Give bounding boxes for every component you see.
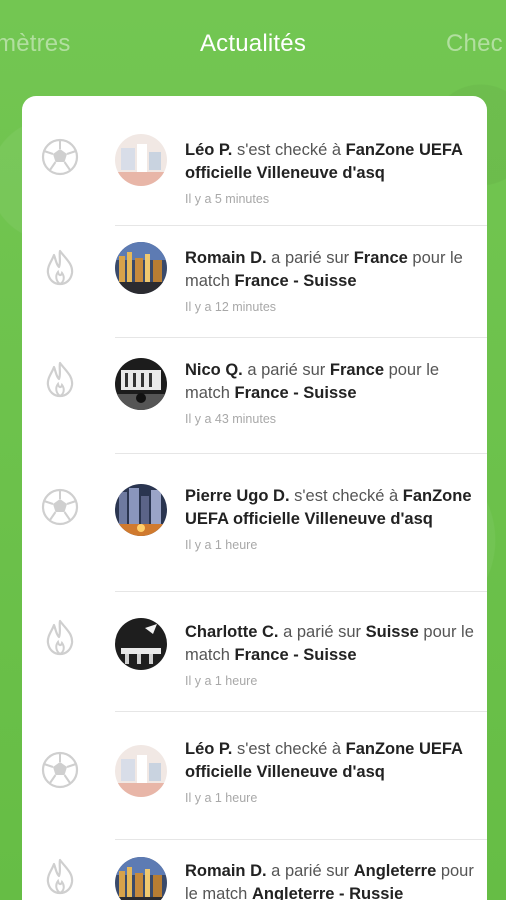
feed-item[interactable]: Léo P. s'est checké à FanZone UEFA offic… [22,712,487,840]
soccer-ball-icon [40,487,80,527]
tab-checkins[interactable]: Chec [446,30,503,58]
feed-item-text: Pierre Ugo D. s'est checké à FanZone UEF… [185,485,475,553]
avatar[interactable] [115,857,167,900]
feed-item-text: Léo P. s'est checké à FanZone UEFA offic… [185,139,475,207]
avatar[interactable] [115,134,167,186]
soccer-ball-icon [40,137,80,177]
user-name[interactable]: Charlotte C. [185,623,279,641]
match-name[interactable]: France - Suisse [235,646,357,664]
feed-item-text: Nico Q. a parié sur France pour le match… [185,359,475,427]
feed-item[interactable]: Romain D. a parié sur France pour le mat… [22,226,487,338]
match-name[interactable]: France - Suisse [235,384,357,402]
avatar[interactable] [115,484,167,536]
user-name[interactable]: Léo P. [185,141,232,159]
tab-bar: mètres Actualités Chec [0,0,506,92]
user-name[interactable]: Pierre Ugo D. [185,487,290,505]
match-name[interactable]: France - Suisse [235,272,357,290]
feed-item-text: Charlotte C. a parié sur Suisse pour le … [185,623,474,688]
flame-icon [40,617,80,657]
timestamp: Il y a 1 heure [185,674,258,688]
team-name[interactable]: France [354,249,408,267]
team-name[interactable]: France [330,361,384,379]
team-name[interactable]: Suisse [366,623,419,641]
user-name[interactable]: Léo P. [185,740,232,758]
avatar[interactable] [115,358,167,410]
soccer-ball-icon [40,750,80,790]
news-feed-card: Léo P. s'est checké à FanZone UEFA offic… [22,96,487,900]
flame-icon [40,359,80,399]
flame-icon [40,856,80,896]
user-name[interactable]: Romain D. [185,862,267,880]
feed-item-text: Léo P. s'est checké à FanZone UEFA offic… [185,738,475,806]
feed-item-text: Romain D. a parié sur France pour le mat… [185,247,475,315]
timestamp: Il y a 1 heure [185,791,258,805]
user-name[interactable]: Nico Q. [185,361,243,379]
feed-item-text: Romain D. a parié sur Angleterre pour le… [185,860,475,900]
avatar[interactable] [115,242,167,294]
team-name[interactable]: Angleterre [354,862,437,880]
feed-item[interactable]: Charlotte C. a parié sur Suisse pour le … [22,592,487,712]
timestamp: Il y a 5 minutes [185,192,270,206]
feed-item[interactable]: Léo P. s'est checké à FanZone UEFA offic… [22,96,487,226]
flame-icon [40,247,80,287]
user-name[interactable]: Romain D. [185,249,267,267]
timestamp: Il y a 43 minutes [185,412,277,426]
tab-news[interactable]: Actualités [0,30,506,58]
feed-item[interactable]: Nico Q. a parié sur France pour le match… [22,338,487,454]
avatar[interactable] [115,745,167,797]
feed-item[interactable]: Romain D. a parié sur Angleterre pour le… [22,840,487,900]
timestamp: Il y a 12 minutes [185,300,277,314]
match-name[interactable]: Angleterre - Russie [252,885,403,900]
timestamp: Il y a 1 heure [185,538,258,552]
feed-item[interactable]: Pierre Ugo D. s'est checké à FanZone UEF… [22,454,487,592]
avatar[interactable] [115,618,167,670]
